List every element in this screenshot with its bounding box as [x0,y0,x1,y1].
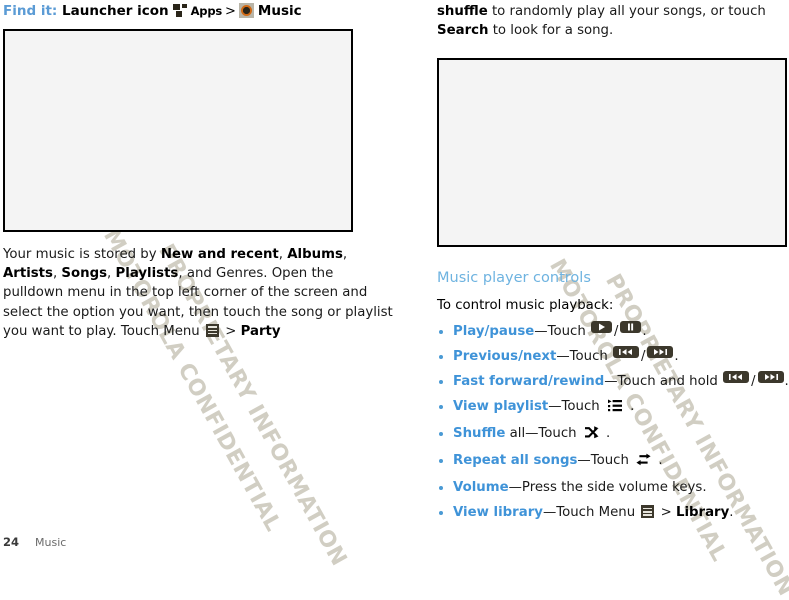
term-play-pause: Play/pause [453,324,535,340]
left-column: Find it: Launcher icon Apps > Music Your mu… [3,0,395,354]
launcher-icon-label: Launcher icon [62,3,169,19]
manual-page: Find it: Launcher icon Apps > Music Your mu… [0,0,789,557]
term-new-and-recent: New and recent [160,247,279,262]
play-icon [590,321,612,334]
text-fragment: , [107,266,116,282]
text-fragment: . [625,399,635,415]
text-fragment: . [729,505,734,521]
music-controls-list: Play/pause—Touch /. Previous/next—Touch … [437,319,789,525]
term-view-playlist: View playlist [453,399,549,415]
term-view-library: View library [453,505,543,521]
text-fragment: —Touch [577,453,634,469]
list-item: Previous/next—Touch /. [437,344,787,369]
text-fragment: . [601,426,611,442]
find-it-label: Find it: [3,3,58,19]
text-fragment: —Touch Menu [542,505,640,521]
text-fragment: —Touch and hold [604,374,723,390]
previous-track-icon [613,346,640,359]
term-volume: Volume [453,480,509,496]
view-playlist-icon [607,396,623,421]
text-fragment: —Touch [548,399,604,415]
term-songs: Songs [61,266,108,282]
music-player-screenshot [437,58,787,248]
page-footer: 24 Music [3,535,66,549]
text-fragment: all—Touch [505,426,581,442]
music-library-screenshot [3,29,353,232]
repeat-icon [636,450,651,475]
left-body-paragraph: Your music is stored by New and recent, … [3,245,395,341]
term-previous-next: Previous/next [453,349,557,365]
pause-icon [620,321,642,334]
list-item: Play/pause—Touch /. [437,319,787,344]
term-party: Party [240,323,281,339]
text-fragment: . [654,453,663,469]
text-fragment: > [656,505,676,521]
text-fragment: —Press the side volume keys. [508,480,707,496]
text-fragment: , [342,247,348,262]
list-item: Fast forward/rewind—Touch and hold /. [437,369,789,394]
rewind-icon [723,371,750,384]
fast-forward-icon [757,371,784,384]
page-number: 24 [3,535,20,549]
term-shuffle: shuffle [437,4,488,19]
list-item: View library—Touch Menu > Library. [437,500,787,525]
term-playlists: Playlists [115,266,179,282]
slash-separator: / [613,324,619,340]
term-shuffle: Shuffle [453,426,506,442]
list-item: Repeat all songs—Touch . [437,448,787,475]
apps-grid-icon [172,4,188,17]
list-item: Volume—Press the side volume keys. [437,475,787,500]
text-fragment: . [642,324,647,340]
text-fragment: Your music is stored by [3,247,161,262]
text-fragment: , [278,247,288,262]
breadcrumb-separator: > [225,4,236,19]
chapter-name: Music [35,536,67,549]
term-repeat-all-songs: Repeat all songs [453,453,578,469]
shuffle-icon [584,423,599,448]
list-item: Shuffle all—Touch . [437,421,787,448]
slash-separator: / [751,374,756,390]
term-artists: Artists [3,266,53,282]
apps-label: Apps [190,4,223,18]
term-fast-forward-rewind: Fast forward/rewind [453,374,605,390]
right-top-paragraph: shuffle to randomly play all your songs,… [437,2,787,40]
text-fragment: . [674,349,679,365]
lead-text: To control music playback: [437,298,614,314]
section-heading-music-player-controls: Music player controls [437,270,591,287]
music-label: Music [257,3,302,19]
text-fragment: . [784,374,789,390]
text-fragment: > [220,323,241,339]
term-library: Library [675,505,730,521]
term-search: Search [437,23,489,39]
text-fragment: —Touch [556,349,613,365]
next-track-icon [647,346,674,359]
menu-icon [205,323,219,337]
find-it-line: Find it: Launcher icon Apps > Music [3,0,395,22]
text-fragment: —Touch [534,324,590,340]
text-fragment: to look for a song. [488,23,614,39]
text-fragment: to randomly play all your songs, or touc… [487,4,766,19]
term-albums: Albums [287,247,343,262]
list-item: View playlist—Touch . [437,394,787,421]
menu-icon [641,505,655,519]
slash-separator: / [641,349,646,365]
music-vinyl-icon [238,3,254,18]
right-column: shuffle to randomly play all your songs,… [437,0,789,525]
